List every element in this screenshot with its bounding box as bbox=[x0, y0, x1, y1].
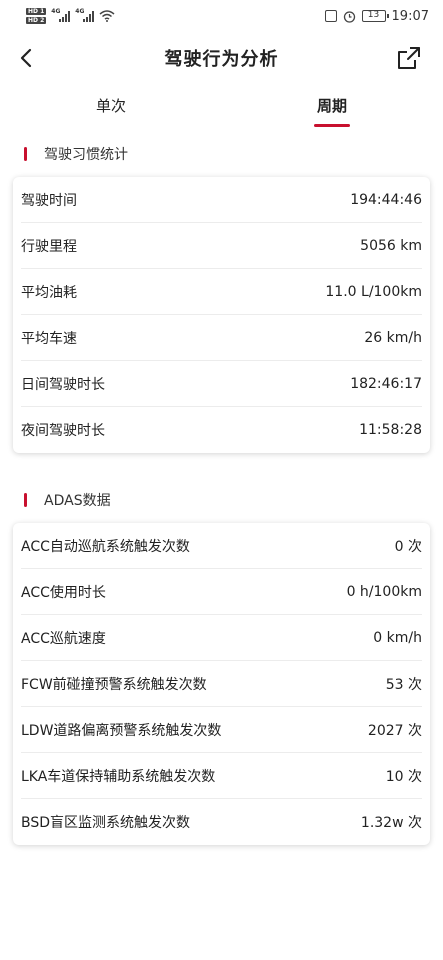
share-button[interactable] bbox=[393, 42, 425, 74]
tab-single-label: 单次 bbox=[95, 97, 126, 115]
share-external-icon bbox=[398, 47, 420, 69]
adas-row-acc-count: ACC自动巡航系统触发次数 0 次 bbox=[21, 523, 422, 569]
row-value: 1.32w 次 bbox=[360, 815, 422, 831]
sim-indicators: HD 1 HD 2 bbox=[26, 8, 47, 24]
habits-row-drive-time: 驾驶时间 194:44:46 bbox=[21, 177, 422, 223]
row-label: 日间驾驶时长 bbox=[21, 376, 105, 393]
tab-period[interactable]: 周期 bbox=[272, 88, 392, 132]
clock: 19:07 bbox=[391, 8, 429, 24]
row-value: 0 km/h bbox=[373, 629, 422, 646]
row-label: 平均车速 bbox=[21, 330, 77, 347]
row-label: 驾驶时间 bbox=[21, 192, 77, 209]
row-value: 0 h/100km bbox=[346, 583, 422, 600]
row-value: 0 次 bbox=[394, 538, 422, 555]
adas-row-lka: LKA车道保持辅助系统触发次数 10 次 bbox=[21, 753, 422, 799]
habits-card: 驾驶时间 194:44:46 行驶里程 5056 km 平均油耗 11.0 L/… bbox=[13, 177, 430, 453]
back-button[interactable] bbox=[10, 42, 42, 74]
row-label: FCW前碰撞预警系统触发次数 bbox=[21, 676, 207, 693]
adas-row-acc-speed: ACC巡航速度 0 km/h bbox=[21, 615, 422, 661]
wifi-icon bbox=[99, 10, 115, 22]
habits-row-speed: 平均车速 26 km/h bbox=[21, 315, 422, 361]
signal-2-icon: 4G bbox=[75, 8, 95, 22]
sim1-badge: HD 1 bbox=[26, 8, 47, 15]
adas-card: ACC自动巡航系统触发次数 0 次 ACC使用时长 0 h/100km ACC巡… bbox=[13, 523, 430, 845]
adas-row-acc-duration: ACC使用时长 0 h/100km bbox=[21, 569, 422, 615]
row-value: 53 次 bbox=[385, 676, 422, 693]
section-accent-bar bbox=[24, 147, 27, 161]
row-label: LDW道路偏离预警系统触发次数 bbox=[21, 722, 222, 739]
adas-section-title: ADAS数据 bbox=[44, 493, 111, 509]
status-right: 13 19:07 bbox=[324, 8, 429, 24]
adas-row-fcw: FCW前碰撞预警系统触发次数 53 次 bbox=[21, 661, 422, 707]
row-label: ACC巡航速度 bbox=[21, 630, 106, 647]
habits-row-fuel: 平均油耗 11.0 L/100km bbox=[21, 269, 422, 315]
habits-row-mileage: 行驶里程 5056 km bbox=[21, 223, 422, 269]
adas-row-ldw: LDW道路偏离预警系统触发次数 2027 次 bbox=[21, 707, 422, 753]
network1-label: 4G bbox=[51, 8, 61, 15]
row-label: ACC使用时长 bbox=[21, 584, 106, 601]
chevron-left-icon bbox=[20, 48, 32, 68]
network2-label: 4G bbox=[75, 8, 85, 15]
row-value: 5056 km bbox=[360, 237, 422, 254]
nfc-icon bbox=[324, 10, 337, 22]
section-accent-bar bbox=[24, 493, 27, 507]
row-label: 平均油耗 bbox=[21, 284, 77, 301]
alarm-icon bbox=[343, 10, 355, 23]
status-left: HD 1 HD 2 4G 4G bbox=[26, 8, 115, 24]
signal-1-icon: 4G bbox=[51, 8, 71, 22]
adas-section-header: ADAS数据 bbox=[24, 490, 111, 510]
habits-section-title: 驾驶习惯统计 bbox=[44, 147, 128, 163]
row-value: 11.0 L/100km bbox=[325, 283, 422, 300]
habits-section-header: 驾驶习惯统计 bbox=[24, 144, 128, 164]
status-bar: HD 1 HD 2 4G 4G 13 19:07 bbox=[0, 0, 443, 32]
row-value: 26 km/h bbox=[364, 329, 422, 346]
app-bar: 驾驶行为分析 bbox=[0, 36, 443, 80]
habits-row-day-time: 日间驾驶时长 182:46:17 bbox=[21, 361, 422, 407]
row-value: 194:44:46 bbox=[350, 191, 422, 208]
row-label: LKA车道保持辅助系统触发次数 bbox=[21, 768, 216, 785]
battery-icon: 13 bbox=[361, 10, 389, 22]
tab-period-label: 周期 bbox=[316, 97, 347, 115]
row-label: 夜间驾驶时长 bbox=[21, 423, 105, 439]
tab-single[interactable]: 单次 bbox=[51, 88, 171, 132]
row-label: ACC自动巡航系统触发次数 bbox=[21, 538, 190, 555]
active-tab-indicator bbox=[314, 124, 350, 127]
row-value: 2027 次 bbox=[367, 722, 422, 739]
row-value: 11:58:28 bbox=[359, 422, 422, 438]
row-label: 行驶里程 bbox=[21, 238, 77, 255]
row-label: BSD盲区监测系统触发次数 bbox=[21, 815, 191, 831]
page-title: 驾驶行为分析 bbox=[164, 49, 279, 70]
tab-bar: 单次 周期 bbox=[0, 88, 443, 132]
habits-row-night-time: 夜间驾驶时长 11:58:28 bbox=[21, 407, 422, 453]
row-value: 182:46:17 bbox=[350, 375, 422, 392]
adas-row-bsd: BSD盲区监测系统触发次数 1.32w 次 bbox=[21, 799, 422, 845]
sim2-badge: HD 2 bbox=[26, 17, 47, 24]
row-value: 10 次 bbox=[385, 768, 422, 785]
